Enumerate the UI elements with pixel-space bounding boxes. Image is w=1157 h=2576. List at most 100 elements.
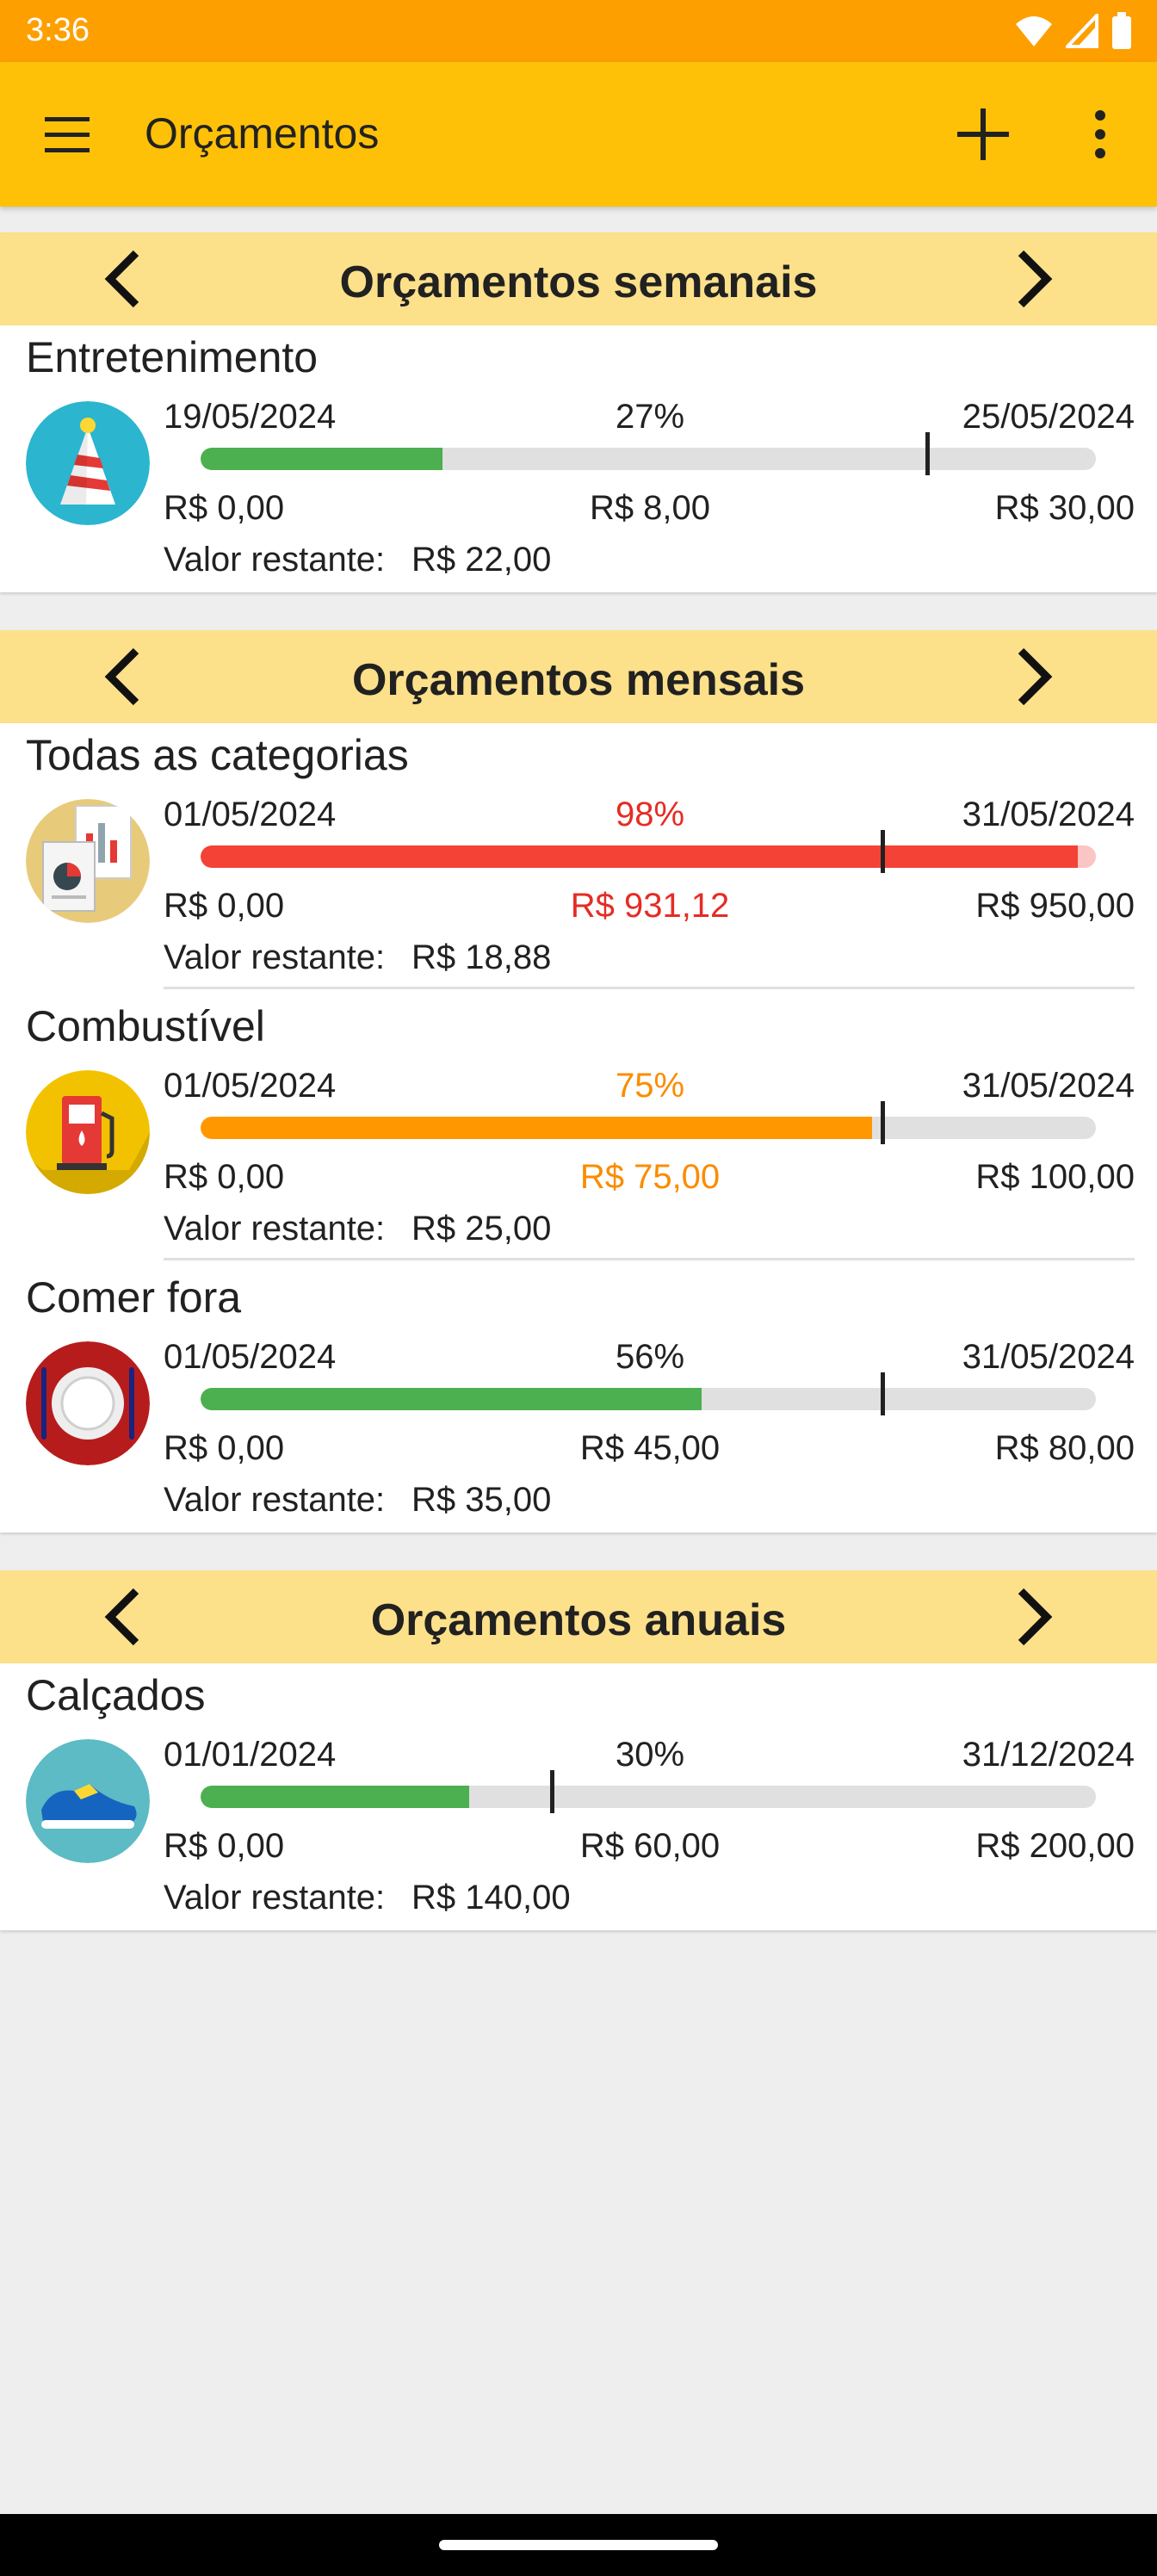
end-date: 31/05/2024 <box>962 1067 1135 1105</box>
remaining-value: R$ 35,00 <box>411 1481 552 1519</box>
progress-bar <box>201 1388 1096 1410</box>
section-header-monthly: Orçamentos mensais <box>0 630 1157 723</box>
end-date: 31/05/2024 <box>962 796 1135 833</box>
min-value: R$ 0,00 <box>164 887 285 925</box>
budget-name: Calçados <box>26 1671 206 1719</box>
more-vert-icon <box>1095 110 1105 158</box>
progress-fill <box>201 845 1079 868</box>
wifi-icon <box>1016 16 1052 46</box>
remaining-label: Valor restante: <box>164 1879 386 1917</box>
percent-label: 27% <box>615 398 685 436</box>
start-date: 01/05/2024 <box>164 796 337 833</box>
more-options-button[interactable] <box>1076 98 1124 170</box>
progress-fill <box>201 1388 702 1410</box>
period-marker <box>881 830 886 873</box>
spent-value: R$ 931,12 <box>570 887 730 925</box>
add-budget-button[interactable] <box>947 98 1019 170</box>
chevron-right-icon <box>1018 1588 1053 1646</box>
max-value: R$ 100,00 <box>975 1158 1135 1196</box>
spent-value: R$ 8,00 <box>589 489 711 527</box>
section-title: Orçamentos semanais <box>339 257 818 307</box>
budget-item[interactable]: Calçados 01/01/2024 30% 31/12/2024 R$ 0,… <box>0 1663 1157 1930</box>
status-time: 3:36 <box>26 12 90 48</box>
budget-item[interactable]: Entretenimento 19/05/2024 27% 25/05/2024… <box>0 325 1157 592</box>
remaining-value: R$ 22,00 <box>411 541 552 579</box>
divider <box>164 1258 1135 1260</box>
budget-card-annual: Calçados 01/01/2024 30% 31/12/2024 R$ 0,… <box>0 1663 1157 1930</box>
spent-value: R$ 75,00 <box>579 1158 721 1196</box>
app-bar: Orçamentos <box>0 62 1157 207</box>
budget-item[interactable]: Todas as categorias 01/05/2024 98% 31/05… <box>0 723 1157 990</box>
min-value: R$ 0,00 <box>164 489 285 527</box>
progress-bar <box>201 448 1096 470</box>
home-gesture-handle[interactable] <box>439 2540 718 2550</box>
next-year-button[interactable] <box>997 1582 1066 1651</box>
remaining-label: Valor restante: <box>164 541 386 579</box>
remaining-value: R$ 140,00 <box>411 1879 571 1917</box>
percent-label: 56% <box>615 1338 685 1376</box>
budget-name: Entretenimento <box>26 333 319 381</box>
budget-name: Comer fora <box>26 1273 242 1322</box>
period-marker <box>549 1770 554 1813</box>
chevron-right-icon <box>1018 647 1053 706</box>
percent-label: 75% <box>615 1067 685 1105</box>
next-week-button[interactable] <box>997 245 1066 313</box>
spent-value: R$ 45,00 <box>579 1429 721 1467</box>
section-header-annual: Orçamentos anuais <box>0 1570 1157 1663</box>
min-value: R$ 0,00 <box>164 1429 285 1467</box>
plate-cutlery-icon <box>26 1341 150 1465</box>
start-date: 01/05/2024 <box>164 1338 337 1376</box>
percent-label: 98% <box>615 796 685 833</box>
end-date: 31/12/2024 <box>962 1736 1135 1774</box>
period-marker <box>925 432 931 475</box>
budget-card-monthly: Todas as categorias 01/05/2024 98% 31/05… <box>0 723 1157 1533</box>
battery-icon <box>1112 12 1131 49</box>
section-title: Orçamentos anuais <box>370 1595 787 1645</box>
max-value: R$ 950,00 <box>975 887 1135 925</box>
budget-item[interactable]: Combustível 01/05/2024 75% 31/05/2024 R$… <box>0 994 1157 1261</box>
next-month-button[interactable] <box>997 642 1066 711</box>
percent-label: 30% <box>615 1736 685 1774</box>
min-value: R$ 0,00 <box>164 1158 285 1196</box>
spent-value: R$ 60,00 <box>579 1827 721 1865</box>
end-date: 25/05/2024 <box>962 398 1135 436</box>
remaining-label: Valor restante: <box>164 1481 386 1519</box>
report-documents-icon <box>26 799 150 923</box>
budget-card-weekly: Entretenimento 19/05/2024 27% 25/05/2024… <box>0 325 1157 592</box>
divider <box>164 987 1135 989</box>
section-header-weekly: Orçamentos semanais <box>0 232 1157 325</box>
progress-fill <box>201 448 442 470</box>
max-value: R$ 30,00 <box>994 489 1135 527</box>
period-marker <box>881 1101 886 1144</box>
start-date: 01/05/2024 <box>164 1067 337 1105</box>
status-icons <box>1014 12 1133 50</box>
section-title: Orçamentos mensais <box>351 655 806 705</box>
hamburger-menu-icon[interactable] <box>38 110 98 158</box>
period-marker <box>881 1372 886 1415</box>
progress-fill <box>201 1786 469 1808</box>
progress-bar <box>201 845 1096 868</box>
progress-bar <box>201 1117 1096 1139</box>
remaining-label: Valor restante: <box>164 938 386 976</box>
budget-name: Todas as categorias <box>26 731 409 779</box>
cell-signal-icon <box>1066 14 1098 48</box>
progress-fill <box>201 1117 872 1139</box>
chevron-right-icon <box>1018 250 1053 308</box>
remaining-value: R$ 18,88 <box>411 938 552 976</box>
page-title: Orçamentos <box>145 109 380 158</box>
remaining-value: R$ 25,00 <box>411 1210 552 1248</box>
status-bar: 3:36 <box>0 0 1157 62</box>
end-date: 31/05/2024 <box>962 1338 1135 1376</box>
remaining-label: Valor restante: <box>164 1210 386 1248</box>
max-value: R$ 200,00 <box>975 1827 1135 1865</box>
budget-name: Combustível <box>26 1002 265 1050</box>
start-date: 19/05/2024 <box>164 398 337 436</box>
start-date: 01/01/2024 <box>164 1736 337 1774</box>
budget-item[interactable]: Comer fora 01/05/2024 56% 31/05/2024 R$ … <box>0 1266 1157 1533</box>
system-navigation-bar <box>0 2514 1157 2576</box>
sneaker-icon <box>26 1739 150 1863</box>
min-value: R$ 0,00 <box>164 1827 285 1865</box>
plus-icon <box>957 108 1009 160</box>
fuel-pump-icon <box>26 1070 150 1194</box>
party-hat-icon <box>26 401 150 525</box>
